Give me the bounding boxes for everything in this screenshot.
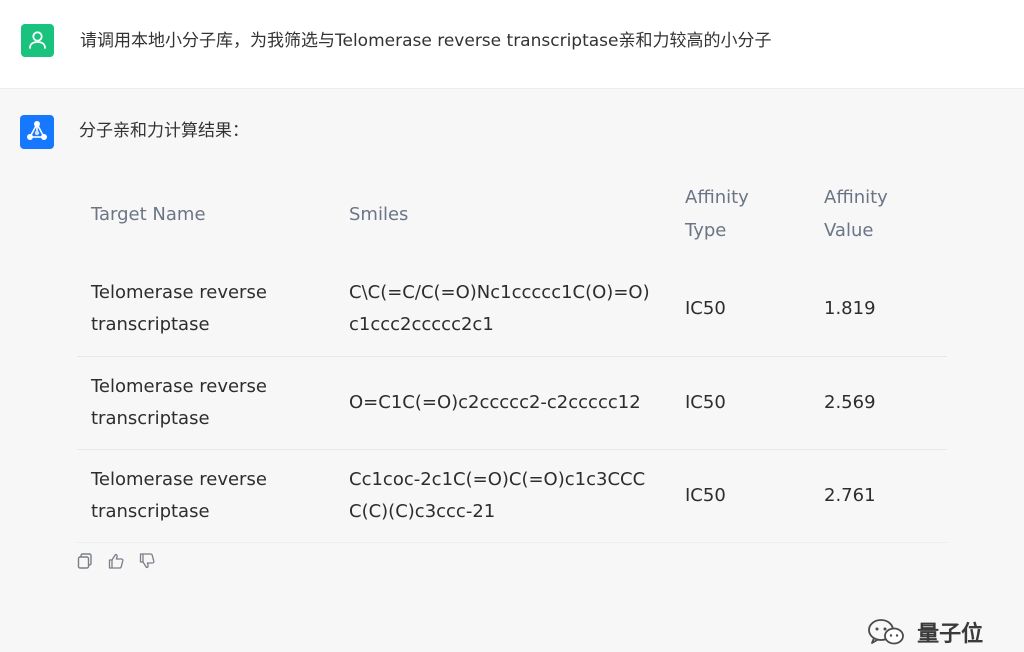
bot-intro-text: 分子亲和力计算结果：	[79, 121, 249, 141]
user-icon	[21, 24, 54, 57]
wechat-icon	[866, 619, 911, 645]
cell-target-name: Telomerase reverse transcriptase	[77, 449, 335, 543]
table-row: Telomerase reverse transcriptase Cc1coc-…	[77, 449, 947, 543]
table-header-row: Target Name Smiles Affinity Type Affinit…	[77, 175, 947, 263]
affinity-results-table: Target Name Smiles Affinity Type Affinit…	[77, 175, 947, 543]
header-affinity-type: Affinity Type	[671, 175, 810, 263]
header-target-name: Target Name	[91, 203, 206, 225]
header-affinity-value-label: Affinity Value	[824, 187, 888, 241]
cell-smiles: Cc1coc-2c1C(=O)C(=O)c1c3CCCC(C)(C)c3ccc-…	[335, 449, 671, 543]
molecule-network-icon	[20, 115, 54, 149]
watermark: 量子位	[866, 616, 983, 652]
header-smiles: Smiles	[349, 203, 409, 225]
cell-affinity-value: 2.569	[810, 356, 947, 450]
cell-target-name: Telomerase reverse transcriptase	[77, 356, 335, 450]
header-affinity-type-label: Affinity Type	[685, 187, 749, 241]
cell-affinity-type: IC50	[671, 449, 810, 543]
watermark-text: 量子位	[917, 622, 984, 647]
table-row: Telomerase reverse transcriptase C\C(=C/…	[77, 263, 947, 357]
cell-smiles: O=C1C(=O)c2ccccc2-c2ccccc12	[335, 356, 671, 450]
copy-icon[interactable]	[76, 552, 94, 570]
cell-target-name: Telomerase reverse transcriptase	[77, 263, 335, 357]
cell-affinity-type: IC50	[671, 263, 810, 357]
user-message-text: 请调用本地小分子库，为我筛选与Telomerase reverse transc…	[80, 31, 772, 51]
cell-smiles: C\C(=C/C(=O)Nc1ccccc1C(O)=O)c1ccc2ccccc2…	[335, 263, 671, 357]
cell-affinity-value: 1.819	[810, 263, 947, 357]
thumbs-up-icon[interactable]	[107, 552, 125, 570]
feedback-actions	[76, 550, 164, 570]
user-message: 请调用本地小分子库，为我筛选与Telomerase reverse transc…	[0, 0, 1024, 89]
table-row: Telomerase reverse transcriptase O=C1C(=…	[77, 356, 947, 450]
bot-message: 分子亲和力计算结果： Target Name Smiles Affinity T…	[0, 89, 1024, 647]
cell-affinity-type: IC50	[671, 356, 810, 450]
thumbs-down-icon[interactable]	[138, 552, 156, 570]
header-affinity-value: Affinity Value	[810, 175, 947, 263]
cell-affinity-value: 2.761	[810, 449, 947, 543]
